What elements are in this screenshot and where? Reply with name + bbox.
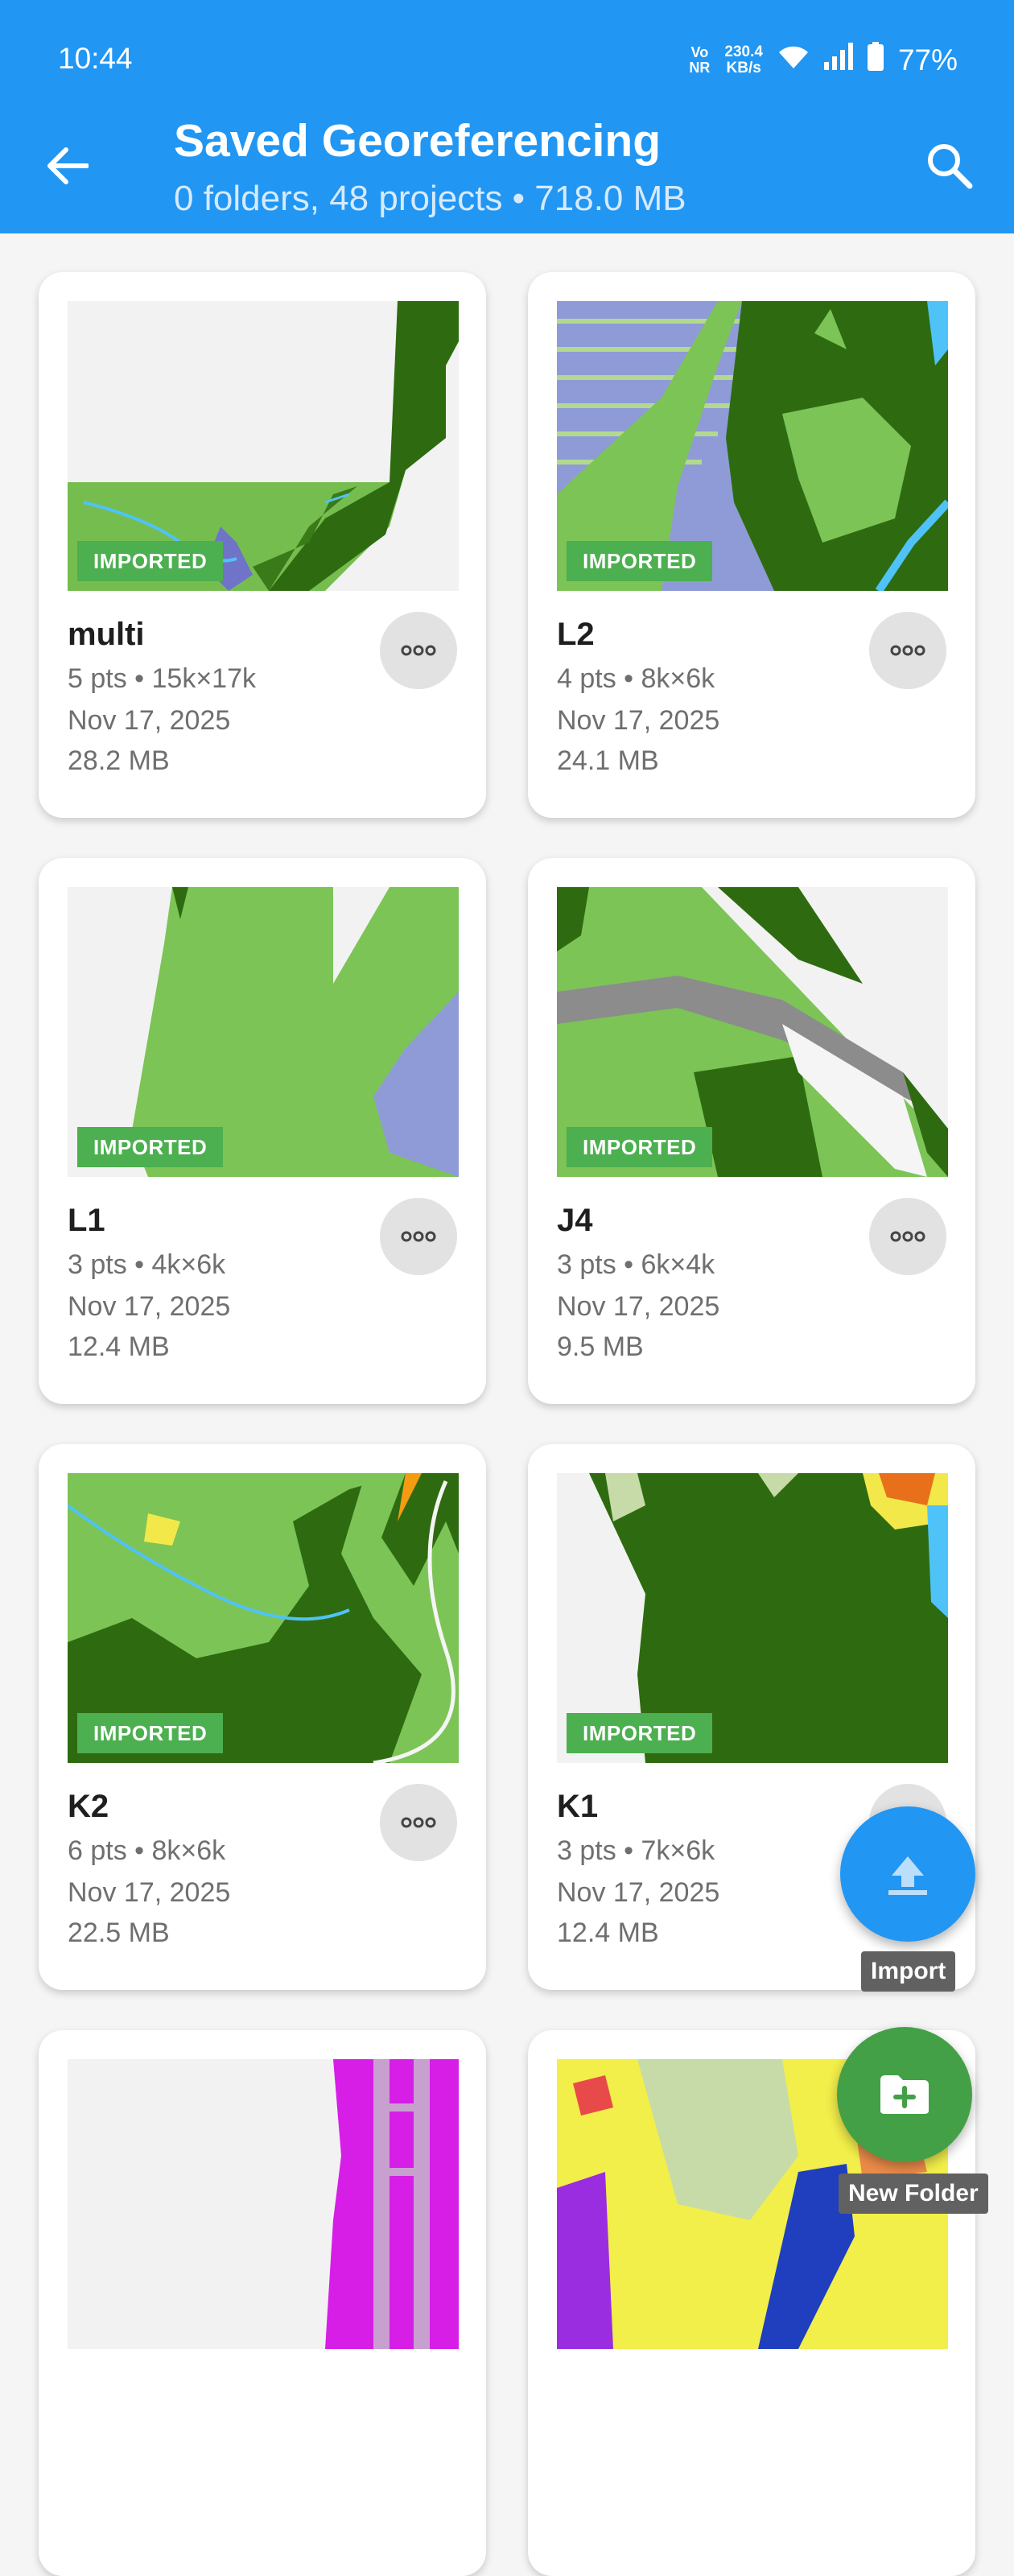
project-date: Nov 17, 2025 bbox=[68, 1877, 231, 1908]
app-bar: 10:44 Vo NR 230.4 KB/s 77% Saved Georefere… bbox=[0, 0, 1014, 233]
project-points: 3 pts • 4k×6k bbox=[68, 1249, 226, 1280]
more-options-button[interactable] bbox=[380, 1784, 457, 1861]
project-size: 24.1 MB bbox=[557, 745, 659, 776]
back-button[interactable] bbox=[39, 137, 97, 195]
project-date: Nov 17, 2025 bbox=[68, 705, 231, 736]
project-points: 4 pts • 8k×6k bbox=[557, 663, 715, 694]
more-horiz-icon bbox=[401, 1817, 436, 1828]
wifi-icon bbox=[777, 43, 810, 77]
battery-icon bbox=[867, 42, 884, 78]
project-thumbnail bbox=[68, 2059, 459, 2349]
upload-icon bbox=[888, 1856, 927, 1895]
project-thumbnail: IMPORTED bbox=[68, 887, 459, 1177]
net-speed: 230.4 KB/s bbox=[724, 43, 763, 76]
project-card[interactable] bbox=[39, 2030, 486, 2576]
volte-indicator: Vo NR bbox=[689, 43, 711, 76]
page-title: Saved Georeferencing bbox=[174, 115, 662, 167]
project-name: L1 bbox=[68, 1203, 105, 1238]
battery-percent: 77% bbox=[897, 43, 958, 76]
project-date: Nov 17, 2025 bbox=[557, 1291, 720, 1322]
more-horiz-icon bbox=[890, 645, 925, 656]
project-thumbnail: IMPORTED bbox=[557, 887, 948, 1177]
project-date: Nov 17, 2025 bbox=[557, 1877, 720, 1908]
project-thumbnail: IMPORTED bbox=[557, 1473, 948, 1763]
page-subtitle: 0 folders, 48 projects • 718.0 MB bbox=[174, 179, 686, 218]
more-options-button[interactable] bbox=[869, 1198, 946, 1275]
project-points: 3 pts • 6k×4k bbox=[557, 1249, 715, 1280]
project-size: 28.2 MB bbox=[68, 745, 170, 776]
project-points: 3 pts • 7k×6k bbox=[557, 1835, 715, 1866]
more-horiz-icon bbox=[890, 1231, 925, 1242]
project-thumbnail: IMPORTED bbox=[68, 1473, 459, 1763]
project-card[interactable]: IMPORTED multi 5 pts • 15k×17k Nov 17, 2… bbox=[39, 272, 486, 818]
search-icon bbox=[928, 144, 973, 189]
more-options-button[interactable] bbox=[869, 612, 946, 689]
more-horiz-icon bbox=[401, 1231, 436, 1242]
project-points: 5 pts • 15k×17k bbox=[68, 663, 256, 694]
project-card[interactable]: IMPORTED J4 3 pts • 6k×4k Nov 17, 2025 9… bbox=[528, 858, 975, 1404]
new-folder-label: New Folder bbox=[839, 2174, 988, 2214]
project-size: 9.5 MB bbox=[557, 1331, 644, 1362]
project-date: Nov 17, 2025 bbox=[68, 1291, 231, 1322]
project-card[interactable]: IMPORTED L1 3 pts • 4k×6k Nov 17, 2025 1… bbox=[39, 858, 486, 1404]
imported-badge: IMPORTED bbox=[567, 541, 713, 581]
project-size: 12.4 MB bbox=[68, 1331, 170, 1362]
project-name: multi bbox=[68, 617, 145, 652]
signal-icon bbox=[823, 43, 853, 77]
project-points: 6 pts • 8k×6k bbox=[68, 1835, 226, 1866]
more-options-button[interactable] bbox=[380, 612, 457, 689]
status-icons: Vo NR 230.4 KB/s 77% bbox=[689, 42, 958, 78]
project-name: J4 bbox=[557, 1203, 593, 1238]
project-thumbnail: IMPORTED bbox=[557, 301, 948, 591]
import-label: Import bbox=[861, 1951, 956, 1992]
project-thumbnail: IMPORTED bbox=[68, 301, 459, 591]
import-fab[interactable] bbox=[840, 1806, 975, 1942]
project-date: Nov 17, 2025 bbox=[557, 705, 720, 736]
imported-badge: IMPORTED bbox=[567, 1127, 713, 1167]
more-options-button[interactable] bbox=[380, 1198, 457, 1275]
project-size: 12.4 MB bbox=[557, 1918, 659, 1948]
project-card[interactable]: IMPORTED K2 6 pts • 8k×6k Nov 17, 2025 2… bbox=[39, 1444, 486, 1990]
project-name: L2 bbox=[557, 617, 595, 652]
imported-badge: IMPORTED bbox=[77, 1713, 224, 1753]
arrow-back-icon bbox=[47, 147, 89, 184]
project-name: K2 bbox=[68, 1789, 109, 1824]
more-horiz-icon bbox=[401, 645, 436, 656]
create-folder-icon bbox=[880, 2075, 929, 2114]
imported-badge: IMPORTED bbox=[77, 541, 224, 581]
status-time: 10:44 bbox=[58, 42, 133, 75]
project-name: K1 bbox=[557, 1789, 599, 1824]
imported-badge: IMPORTED bbox=[77, 1127, 224, 1167]
search-button[interactable] bbox=[917, 137, 982, 195]
new-folder-fab[interactable] bbox=[837, 2027, 972, 2162]
imported-badge: IMPORTED bbox=[567, 1713, 713, 1753]
project-card[interactable]: IMPORTED L2 4 pts • 8k×6k Nov 17, 2025 2… bbox=[528, 272, 975, 818]
project-size: 22.5 MB bbox=[68, 1918, 170, 1948]
